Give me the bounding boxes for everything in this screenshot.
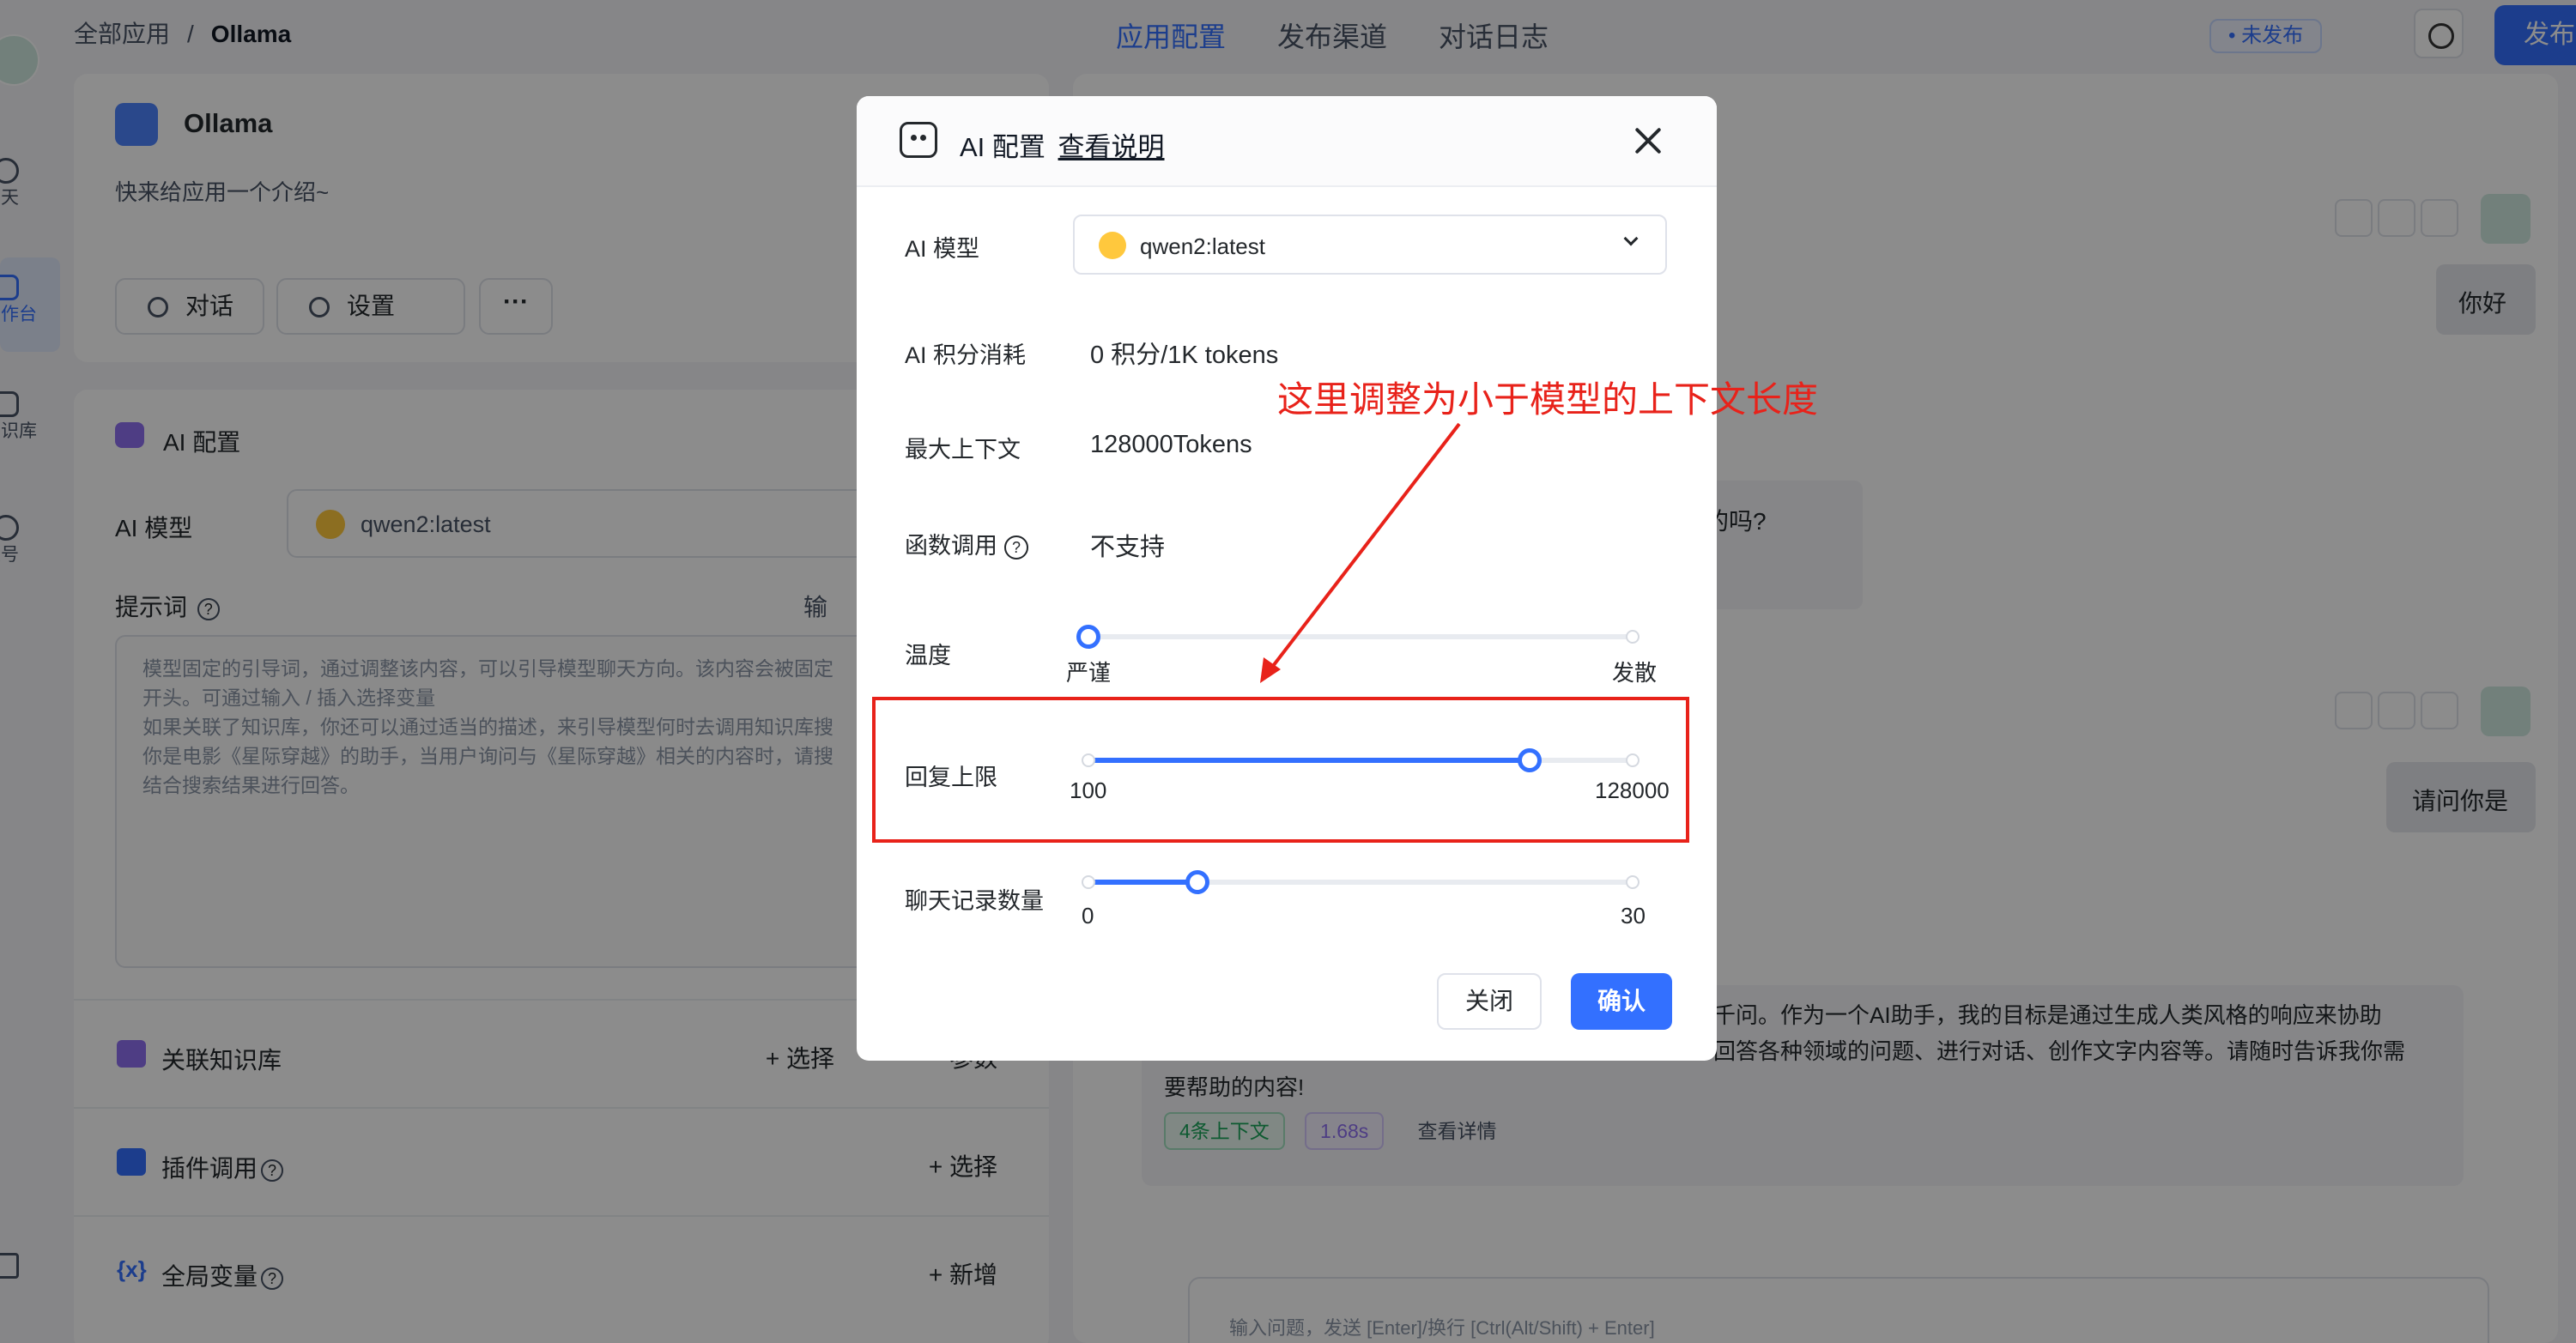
cost-value: 0 积分/1K tokens bbox=[1090, 342, 1279, 369]
temperature-max-label: 发散 bbox=[1612, 660, 1658, 686]
temperature-min-label: 严谨 bbox=[1066, 660, 1112, 686]
help-doc-link[interactable]: 查看说明 bbox=[1058, 132, 1165, 162]
confirm-button[interactable]: 确认 bbox=[1571, 973, 1672, 1030]
temperature-label: 温度 bbox=[905, 643, 951, 668]
modal-model-label: AI 模型 bbox=[905, 236, 980, 262]
close-icon[interactable] bbox=[1627, 120, 1669, 161]
annotation-highlight-box bbox=[872, 697, 1689, 843]
slider-handle[interactable] bbox=[1185, 870, 1209, 894]
temperature-slider[interactable] bbox=[1076, 623, 1640, 649]
hugging-face-icon bbox=[1099, 232, 1126, 259]
ai-config-modal: AI 配置 查看说明 AI 模型 qwen2:latest AI 积分消耗 0 … bbox=[857, 96, 1717, 1061]
slider-end-dot bbox=[1626, 630, 1640, 644]
annotation-text: 这里调整为小于模型的上下文长度 bbox=[1277, 379, 1819, 420]
help-icon[interactable]: ? bbox=[1004, 535, 1028, 560]
modal-title: AI 配置 查看说明 bbox=[960, 132, 1165, 162]
slider-track bbox=[1088, 880, 1197, 885]
slider-handle[interactable] bbox=[1076, 625, 1100, 649]
history-min-label: 0 bbox=[1082, 903, 1094, 929]
chevron-down-icon bbox=[1623, 231, 1639, 246]
max-context-value: 128000Tokens bbox=[1090, 431, 1252, 458]
history-max-label: 30 bbox=[1621, 903, 1646, 929]
function-call-label: 函数调用? bbox=[905, 527, 1028, 560]
slider-rail bbox=[1088, 634, 1633, 639]
function-call-value: 不支持 bbox=[1090, 534, 1166, 561]
slider-start-dot bbox=[1082, 875, 1095, 889]
max-context-label: 最大上下文 bbox=[905, 437, 1021, 463]
slider-end-dot bbox=[1626, 875, 1640, 889]
cost-label: AI 积分消耗 bbox=[905, 342, 1027, 368]
history-count-slider[interactable] bbox=[1082, 868, 1640, 894]
modal-header: AI 配置 查看说明 bbox=[857, 96, 1717, 187]
close-button[interactable]: 关闭 bbox=[1437, 973, 1542, 1030]
modal-model-select[interactable]: qwen2:latest bbox=[1073, 215, 1667, 275]
robot-icon bbox=[900, 122, 937, 158]
history-count-label: 聊天记录数量 bbox=[905, 888, 1044, 914]
